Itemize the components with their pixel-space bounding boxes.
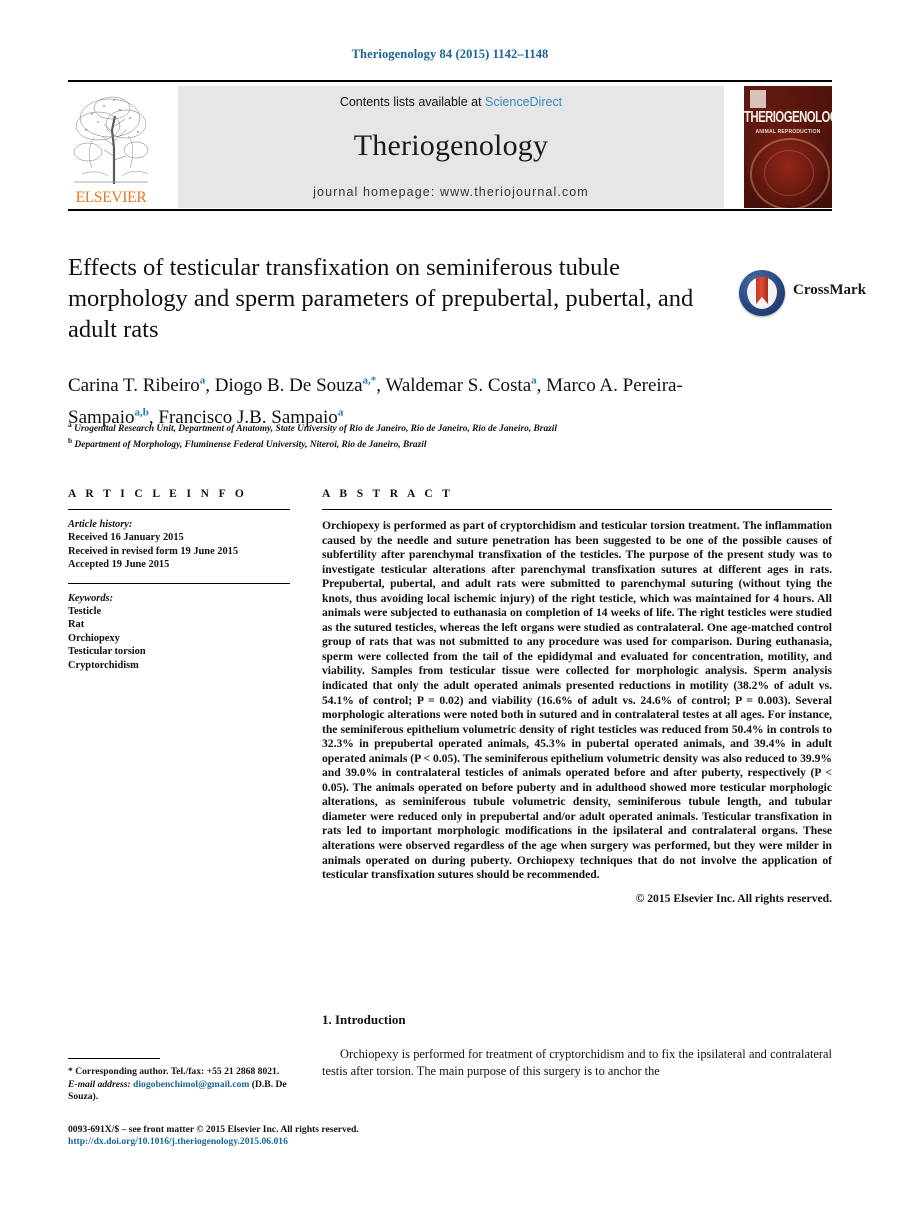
history-item: Received 16 January 2015 (68, 532, 184, 544)
footnote-divider (68, 1058, 160, 1059)
article-history-label: Article history: (68, 519, 133, 530)
history-item: Accepted 19 June 2015 (68, 559, 170, 571)
paper-page: Theriogenology 84 (2015) 1142–1148 ELSEV… (0, 0, 900, 1230)
affiliation-text: Department of Morphology, Fluminense Fed… (74, 440, 427, 451)
abstract-divider (322, 509, 832, 510)
author-affiliation-mark: a,b (134, 406, 149, 419)
affiliation-mark: b (68, 436, 73, 446)
running-head: Theriogenology 84 (2015) 1142–1148 (351, 47, 549, 61)
history-item: Received in revised form 19 June 2015 (68, 545, 239, 557)
affiliation-list: a Urogenital Research Unit, Department o… (68, 419, 768, 452)
sciencedirect-link[interactable]: ScienceDirect (485, 95, 562, 109)
issn-copyright-line: 0093-691X/$ – see front matter © 2015 El… (68, 1124, 359, 1135)
journal-homepage[interactable]: journal homepage: www.theriojournal.com (178, 185, 724, 199)
crossmark-badge[interactable]: CrossMark (737, 268, 866, 320)
page-footer: 0093-691X/$ – see front matter © 2015 El… (68, 1124, 488, 1149)
journal-cover-thumbnail: THERIOGENOLOGY ANIMAL REPRODUCTION (744, 86, 832, 208)
doi-link[interactable]: http://dx.doi.org/10.1016/j.theriogenolo… (68, 1136, 488, 1148)
keyword-item: Testicle (68, 606, 102, 618)
keywords-block: Keywords: Testicle Rat Orchiopexy Testic… (68, 592, 290, 672)
article-info-column: A R T I C L E I N F O Article history: R… (68, 488, 290, 672)
keywords-label: Keywords: (68, 592, 114, 604)
keyword-item: Testicular torsion (68, 646, 146, 658)
author-entry: Carina T. Ribeiroa, (68, 375, 210, 397)
keyword-item: Cryptorchidism (68, 659, 139, 671)
author-affiliation-mark: a (337, 406, 344, 419)
journal-band: Contents lists available at ScienceDirec… (178, 86, 724, 208)
elsevier-logo: ELSEVIER (68, 86, 154, 209)
abstract-text: Orchiopexy is performed as part of crypt… (322, 519, 832, 882)
affiliation-mark: a (68, 420, 72, 429)
cover-elsevier-mark (750, 90, 766, 108)
author-name: Waldemar S. Costa (385, 375, 532, 397)
keyword-item: Rat (68, 619, 85, 631)
corresponding-author-footnote: * Corresponding author. Tel./fax: +55 21… (68, 1066, 318, 1104)
journal-masthead: ELSEVIER Contents lists available at Sci… (68, 80, 832, 211)
affiliation-text: Urogenital Research Unit, Department of … (74, 424, 558, 435)
article-info-heading: A R T I C L E I N F O (68, 488, 248, 500)
author-entry: Waldemar S. Costaa, (385, 375, 542, 397)
footnote-line: * Corresponding author. Tel./fax: +55 21… (68, 1066, 318, 1079)
abstract-column: A B S T R A C T Orchiopexy is performed … (322, 488, 832, 905)
introduction-paragraph: Orchiopexy is performed for treatment of… (322, 1047, 832, 1079)
author-name: Diogo B. De Souza (214, 375, 363, 397)
article-info-divider (68, 509, 290, 510)
contents-prefix: Contents lists available at (339, 95, 482, 109)
affiliation-item: b Department of Morphology, Fluminense F… (68, 435, 768, 451)
email-link[interactable]: diogobenchimol@gmail.com (133, 1079, 249, 1090)
page-title: Effects of testicular transfixation on s… (68, 254, 694, 343)
elsevier-wordmark: ELSEVIER (75, 189, 147, 206)
author-affiliation-mark: a (531, 375, 537, 387)
crossmark-circle-icon (739, 270, 785, 316)
footnote-marker: * (68, 1066, 73, 1077)
author-affiliation-mark: a,* (362, 375, 377, 387)
keyword-item: Orchiopexy (68, 632, 120, 644)
footnote-email-line: E-mail address: diogobenchimol@gmail.com… (68, 1079, 318, 1104)
author-affiliation-mark: a (199, 375, 206, 387)
footnote-corresponding-text: Corresponding author. Tel./fax: +55 21 2… (75, 1066, 280, 1077)
introduction-heading: 1. Introduction (322, 1012, 406, 1027)
abstract-heading: A B S T R A C T (322, 488, 454, 500)
author-name: Carina T. Ribeiro (68, 375, 200, 397)
author-entry: Diogo B. De Souzaa,*, (214, 375, 382, 397)
journal-title: Theriogenology (353, 129, 549, 162)
cover-cell-inner-ring (764, 150, 814, 196)
abstract-copyright: © 2015 Elsevier Inc. All rights reserved… (635, 891, 832, 905)
email-label: E-mail address: (68, 1078, 131, 1090)
cover-journal-subtitle: ANIMAL REPRODUCTION (755, 129, 821, 135)
keywords-divider (68, 582, 290, 584)
contents-available-line: Contents lists available at ScienceDirec… (178, 95, 724, 109)
affiliation-item: a Urogenital Research Unit, Department o… (68, 419, 768, 435)
cover-journal-title: THERIOGENOLOGY (744, 109, 832, 127)
article-history-block: Article history: Received 16 January 201… (68, 518, 290, 572)
crossmark-label: CrossMark (793, 282, 867, 298)
